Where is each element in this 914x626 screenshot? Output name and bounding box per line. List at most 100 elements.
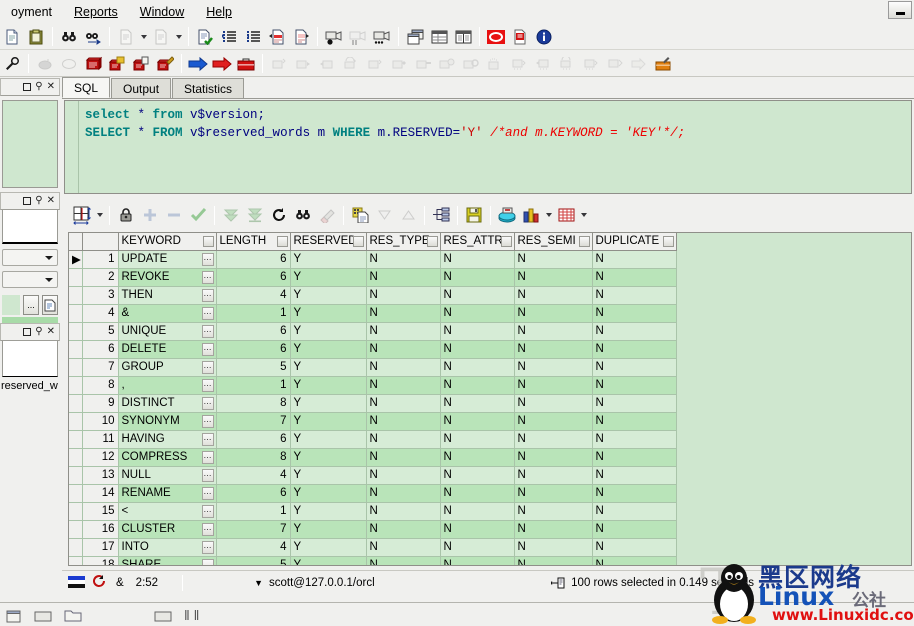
new-file-icon[interactable] <box>1 26 23 48</box>
table-view-dropdown-icon[interactable] <box>578 204 589 226</box>
cell-res-semi[interactable]: N <box>514 394 592 412</box>
object-type-select[interactable] <box>2 271 58 288</box>
cell-reserved[interactable]: Y <box>290 538 366 556</box>
cell-editor-button[interactable]: ⋯ <box>202 469 214 482</box>
next-statement-dropdown-icon[interactable] <box>173 26 184 48</box>
cell-res-attr[interactable]: N <box>440 268 514 286</box>
lock-record-icon[interactable] <box>115 204 137 226</box>
column-resize-grip[interactable] <box>663 236 674 247</box>
chart-icon[interactable] <box>520 204 542 226</box>
minimize-button[interactable] <box>888 1 912 19</box>
maximize-icon[interactable] <box>23 328 31 336</box>
save-data-icon[interactable] <box>463 204 485 226</box>
table-row[interactable]: 6DELETE⋯6YNNNN <box>69 340 676 358</box>
cell-keyword[interactable]: INTO⋯ <box>118 538 216 556</box>
cell-duplicate[interactable]: N <box>592 358 676 376</box>
cell-keyword[interactable]: DELETE⋯ <box>118 340 216 358</box>
cell-duplicate[interactable]: N <box>592 448 676 466</box>
taskbar-window-icon[interactable] <box>6 607 22 623</box>
cell-res-attr[interactable]: N <box>440 484 514 502</box>
outdent-icon[interactable] <box>242 26 264 48</box>
column-header-duplicate[interactable]: DUPLICATE <box>592 233 676 250</box>
red-arrow-icon[interactable] <box>211 53 233 75</box>
cell-length[interactable]: 6 <box>216 268 290 286</box>
panel-editor-list-body[interactable] <box>2 210 58 244</box>
cell-keyword[interactable]: SHARE⋯ <box>118 556 216 566</box>
cell-keyword[interactable]: GROUP⋯ <box>118 358 216 376</box>
cell-reserved[interactable]: Y <box>290 448 366 466</box>
cell-reserved[interactable]: Y <box>290 322 366 340</box>
describe-icon[interactable] <box>42 295 58 315</box>
table-row[interactable]: 7GROUP⋯5YNNNN <box>69 358 676 376</box>
cell-duplicate[interactable]: N <box>592 250 676 268</box>
row-marker[interactable] <box>69 322 82 340</box>
row-marker[interactable] <box>69 268 82 286</box>
uncomment-icon[interactable] <box>290 26 312 48</box>
chart-dropdown-icon[interactable] <box>543 204 554 226</box>
cell-reserved[interactable]: Y <box>290 520 366 538</box>
cell-editor-button[interactable]: ⋯ <box>202 415 214 428</box>
play-macro-icon[interactable] <box>371 26 393 48</box>
cell-length[interactable]: 6 <box>216 340 290 358</box>
cell-editor-button[interactable]: ⋯ <box>202 559 214 567</box>
close-icon[interactable]: ✕ <box>47 196 55 206</box>
cell-editor-button[interactable]: ⋯ <box>202 343 214 356</box>
cell-res-semi[interactable]: N <box>514 250 592 268</box>
column-resize-grip[interactable] <box>203 236 214 247</box>
tab-sql[interactable]: SQL <box>62 77 110 98</box>
table-row[interactable]: 10SYNONYM⋯7YNNNN <box>69 412 676 430</box>
insert-mode-icon[interactable] <box>93 574 106 591</box>
cell-reserved[interactable]: Y <box>290 304 366 322</box>
cell-length[interactable]: 1 <box>216 502 290 520</box>
cell-reserved[interactable]: Y <box>290 466 366 484</box>
cell-res-semi[interactable]: N <box>514 556 592 566</box>
cell-reserved[interactable]: Y <box>290 430 366 448</box>
table-row[interactable]: 8,⋯1YNNNN <box>69 376 676 394</box>
column-header-res-type[interactable]: RES_TYPE <box>366 233 440 250</box>
cell-res-attr[interactable]: N <box>440 340 514 358</box>
cell-length[interactable]: 4 <box>216 286 290 304</box>
cell-res-semi[interactable]: N <box>514 304 592 322</box>
table-row[interactable]: 17INTO⋯4YNNNN <box>69 538 676 556</box>
cell-editor-button[interactable]: ⋯ <box>202 325 214 338</box>
cell-res-semi[interactable]: N <box>514 538 592 556</box>
cell-length[interactable]: 4 <box>216 538 290 556</box>
row-marker[interactable] <box>69 502 82 520</box>
cell-keyword[interactable]: &⋯ <box>118 304 216 322</box>
cell-keyword[interactable]: NULL⋯ <box>118 466 216 484</box>
cell-editor-button[interactable]: ⋯ <box>202 523 214 536</box>
cell-res-attr[interactable]: N <box>440 448 514 466</box>
cell-reserved[interactable]: Y <box>290 412 366 430</box>
row-marker[interactable] <box>69 520 82 538</box>
menu-help[interactable]: Help <box>195 3 243 21</box>
cell-res-semi[interactable]: N <box>514 502 592 520</box>
table-row[interactable]: 12COMPRESS⋯8YNNNN <box>69 448 676 466</box>
cell-duplicate[interactable]: N <box>592 556 676 566</box>
panel-output-body[interactable] <box>2 341 58 377</box>
cell-keyword[interactable]: REVOKE⋯ <box>118 268 216 286</box>
cell-length[interactable]: 6 <box>216 250 290 268</box>
cell-duplicate[interactable]: N <box>592 502 676 520</box>
cell-res-attr[interactable]: N <box>440 286 514 304</box>
cell-keyword[interactable]: RENAME⋯ <box>118 484 216 502</box>
red-book-edit-icon[interactable] <box>154 53 176 75</box>
red-book-open-icon[interactable] <box>106 53 128 75</box>
cell-res-type[interactable]: N <box>366 520 440 538</box>
pin-icon[interactable]: ⚲ <box>35 196 42 206</box>
column-resize-grip[interactable] <box>501 236 512 247</box>
info-icon[interactable] <box>533 26 555 48</box>
cell-res-type[interactable]: N <box>366 322 440 340</box>
column-header-keyword[interactable]: KEYWORD <box>118 233 216 250</box>
find-icon[interactable] <box>58 26 80 48</box>
row-marker[interactable] <box>69 412 82 430</box>
sql-editor[interactable]: select * from v$version; SELECT * FROM v… <box>64 100 912 194</box>
cell-length[interactable]: 4 <box>216 466 290 484</box>
table-row[interactable]: ▶1UPDATE⋯6YNNNN <box>69 250 676 268</box>
cell-length[interactable]: 8 <box>216 394 290 412</box>
menu-window[interactable]: Window <box>129 3 195 21</box>
cell-res-attr[interactable]: N <box>440 376 514 394</box>
cell-res-semi[interactable]: N <box>514 286 592 304</box>
cell-keyword[interactable]: SYNONYM⋯ <box>118 412 216 430</box>
schema-select[interactable] <box>2 249 58 266</box>
row-marker[interactable] <box>69 484 82 502</box>
